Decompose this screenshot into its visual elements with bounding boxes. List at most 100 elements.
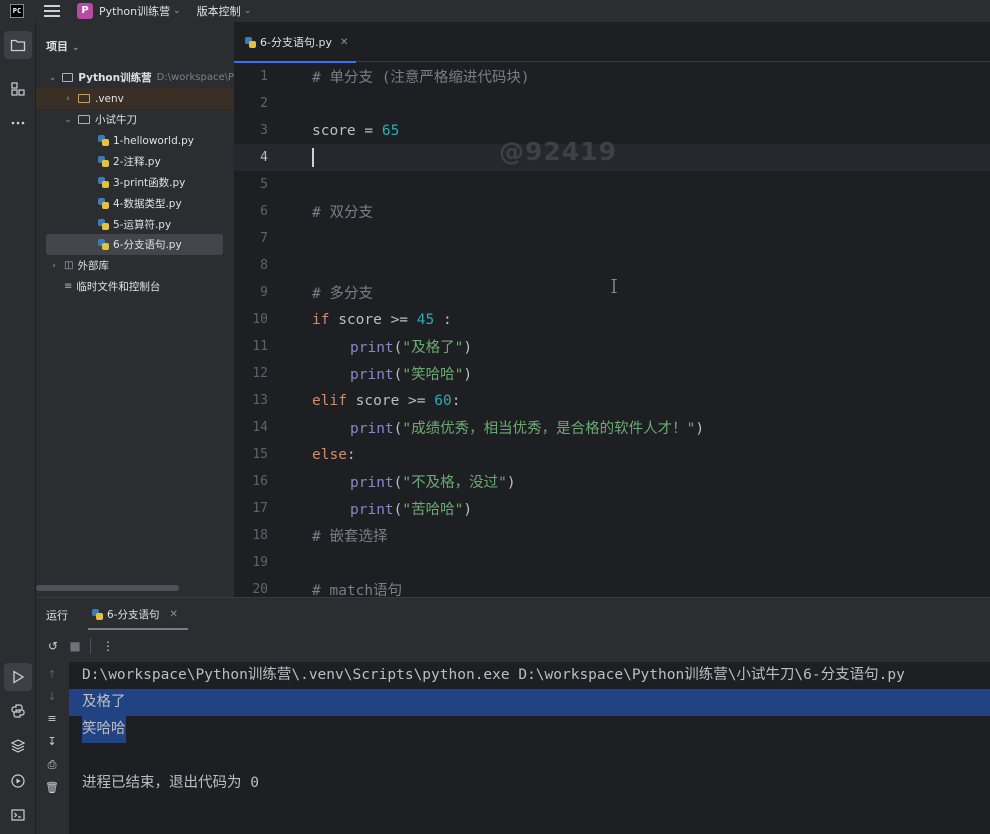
project-folder-icon[interactable]	[4, 31, 32, 59]
scroll-to-end-icon[interactable]: ↧	[44, 735, 60, 748]
soft-wrap-icon[interactable]: ≡	[44, 712, 60, 725]
code-token: =	[355, 122, 382, 139]
code-line[interactable]: 11 print("及格了")	[234, 333, 990, 360]
code-line[interactable]: 10 if score >= 45 :	[234, 306, 990, 333]
code-token: 45	[416, 311, 435, 328]
rerun-icon[interactable]: ↺	[42, 639, 64, 653]
tree-item-label: 2-注释.py	[113, 156, 161, 168]
code-token: score >=	[346, 392, 435, 409]
chevron-down-icon[interactable]: ⌄	[173, 6, 181, 16]
trash-icon[interactable]: 🗑	[44, 781, 60, 794]
code-text: elif score >= 60:	[312, 393, 460, 409]
console-output[interactable]: D:\workspace\Python训练营\.venv\Scripts\pyt…	[69, 662, 990, 834]
tree-item-file[interactable]: 2-注释.py	[36, 151, 234, 172]
run-tab[interactable]: 6-分支语句 ✕	[88, 598, 188, 630]
tree-item-file-selected[interactable]: 6-分支语句.py	[46, 234, 223, 255]
code-line[interactable]: 7	[234, 225, 990, 252]
tree-item-file[interactable]: 1-helloworld.py	[36, 130, 234, 151]
code-line[interactable]: 14 print("成绩优秀，相当优秀，是合格的软件人才！")	[234, 414, 990, 441]
console-line-selected: 笑哈哈	[69, 716, 990, 743]
scroll-down-icon[interactable]: ↓	[44, 690, 60, 703]
line-number: 12	[252, 366, 268, 381]
code-line[interactable]: 1 # 单分支 (注意严格缩进代码块)	[234, 63, 990, 90]
tree-item-label: 6-分支语句.py	[113, 239, 182, 251]
code-text: print("苦哈哈")	[350, 502, 473, 518]
tree-item-venv[interactable]: › .venv	[36, 88, 234, 109]
code-line[interactable]: 5	[234, 171, 990, 198]
code-text: # 双分支	[312, 205, 373, 221]
code-line[interactable]: 15 else:	[234, 441, 990, 468]
close-icon[interactable]: ✕	[169, 609, 177, 620]
services-icon[interactable]	[4, 767, 32, 795]
close-icon[interactable]: ✕	[340, 37, 348, 48]
code-line[interactable]: 18 # 嵌套选择	[234, 522, 990, 549]
tree-item-label: 外部库	[77, 260, 109, 272]
code-line[interactable]: 16 print("不及格，没过")	[234, 468, 990, 495]
code-line[interactable]: 13 elif score >= 60:	[234, 387, 990, 414]
folder-icon	[62, 73, 74, 82]
python-console-icon[interactable]	[4, 697, 32, 725]
chevron-right-icon[interactable]: ›	[62, 94, 74, 104]
watermark: @92419	[499, 137, 617, 166]
editor: 6-分支语句.py ✕ 1 # 单分支 (注意严格缩进代码块) 2 3 score …	[234, 22, 990, 597]
tree-item-file[interactable]: 4-数据类型.py	[36, 193, 234, 214]
python-file-icon	[92, 608, 103, 620]
line-number: 7	[260, 231, 268, 246]
tree-root[interactable]: ⌄ Python训练营 D:\workspace\P	[36, 67, 234, 88]
code-line[interactable]: 12 print("笑哈哈")	[234, 360, 990, 387]
python-file-icon	[98, 198, 109, 209]
tree-item-file[interactable]: 3-print函数.py	[36, 172, 234, 193]
vcs-menu[interactable]: 版本控制	[197, 3, 241, 19]
library-icon: ◫	[64, 260, 74, 271]
tree-item-external-libs[interactable]: › ◫ 外部库	[36, 255, 234, 276]
editor-tab-label: 6-分支语句.py	[260, 36, 332, 49]
line-number: 4	[260, 150, 268, 165]
stop-icon[interactable]: ■	[64, 639, 86, 653]
more-tools-icon[interactable]	[4, 109, 32, 137]
code-token: "苦哈哈"	[402, 502, 464, 518]
run-icon[interactable]	[4, 663, 32, 691]
scroll-up-icon[interactable]: ↑	[44, 668, 60, 681]
line-number: 3	[260, 123, 268, 138]
structure-icon[interactable]	[4, 75, 32, 103]
tree-item-folder[interactable]: ⌄ 小试牛刀	[36, 109, 234, 130]
code-text: else:	[312, 447, 356, 463]
line-number: 18	[252, 528, 268, 543]
line-number: 16	[252, 474, 268, 489]
code-line[interactable]: 20 # match语句	[234, 576, 990, 597]
line-number: 8	[260, 258, 268, 273]
code-line[interactable]: 2	[234, 90, 990, 117]
code-line[interactable]: 17 print("苦哈哈")	[234, 495, 990, 522]
horizontal-scrollbar[interactable]	[36, 585, 179, 591]
code-token: :	[434, 311, 452, 328]
project-badge[interactable]: P	[77, 3, 93, 19]
project-switcher[interactable]: Python训练营	[99, 3, 170, 19]
tree-item-label: 3-print函数.py	[113, 177, 186, 189]
main-menu-icon[interactable]	[44, 5, 60, 17]
tree-item-scratches[interactable]: ≡ 临时文件和控制台	[36, 276, 234, 297]
console-line-selected: 及格了	[69, 689, 990, 716]
python-packages-icon[interactable]	[4, 732, 32, 760]
code-line[interactable]: 19	[234, 549, 990, 576]
tree-item-label: 临时文件和控制台	[76, 281, 161, 293]
run-panel-header: 运行 6-分支语句 ✕	[36, 598, 990, 630]
terminal-icon[interactable]	[4, 801, 32, 829]
code-text: # 多分支	[312, 286, 373, 302]
chevron-down-icon[interactable]: ⌄	[62, 115, 74, 125]
project-panel: 项目 ⌄ ⌄ Python训练营 D:\workspace\P › .venv …	[36, 22, 234, 597]
tree-item-file[interactable]: 5-运算符.py	[36, 214, 234, 235]
project-panel-title[interactable]: 项目 ⌄	[46, 38, 79, 54]
separator	[90, 638, 91, 654]
chevron-down-icon[interactable]: ⌄	[47, 73, 58, 83]
more-options-icon[interactable]: ⋮	[97, 639, 119, 653]
python-file-icon	[245, 36, 256, 48]
editor-tab-active[interactable]: 6-分支语句.py ✕	[234, 22, 359, 63]
print-icon[interactable]: ⎙	[44, 758, 60, 772]
chevron-right-icon[interactable]: ›	[48, 261, 60, 271]
chevron-down-icon[interactable]: ⌄	[244, 6, 252, 16]
line-number: 11	[252, 339, 268, 354]
code-text: # match语句	[312, 583, 403, 597]
title-bar: PC P Python训练营 ⌄ 版本控制 ⌄	[0, 0, 990, 22]
code-line[interactable]: 6 # 双分支	[234, 198, 990, 225]
code-line[interactable]: 8	[234, 252, 990, 279]
